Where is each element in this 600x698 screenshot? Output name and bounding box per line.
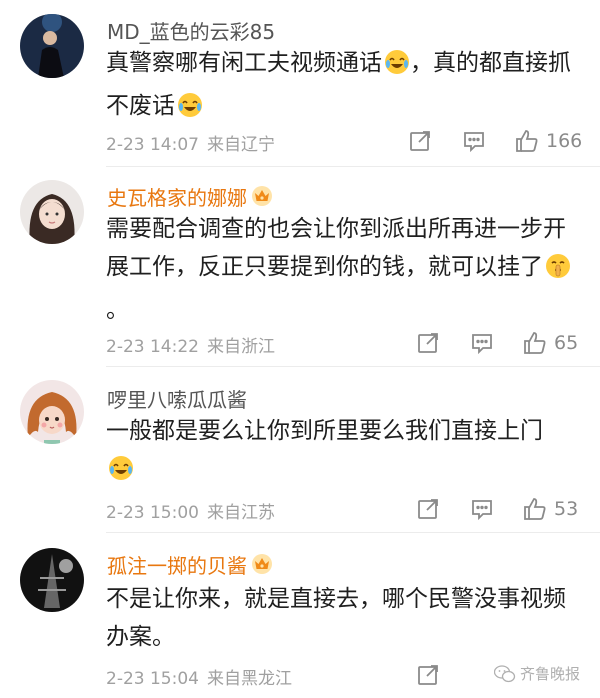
comment-text-part: 一般都是要么让你到所里要么我们直接上门 — [106, 418, 543, 444]
username[interactable]: 史瓦格家的娜娜 — [107, 182, 273, 212]
comment-text-part: 不是让你来，就是直接去，哪个民警没事视频办案。 — [106, 586, 566, 650]
forward-icon[interactable] — [408, 126, 432, 156]
divider — [106, 166, 600, 167]
crown-badge-icon — [251, 553, 273, 580]
like-button[interactable]: 53 — [522, 494, 578, 524]
forward-icon[interactable] — [416, 328, 440, 358]
divider — [106, 532, 600, 533]
like-count: 53 — [554, 498, 579, 520]
laughing-crying-emoji-icon — [384, 49, 410, 87]
comment-actions: 65 — [0, 328, 600, 358]
thumbs-up-icon — [524, 332, 546, 354]
comment-actions: 166 — [0, 126, 600, 156]
shushing-face-emoji-icon — [545, 253, 571, 291]
watermark: 齐鲁晚报 — [493, 663, 580, 684]
like-button[interactable]: 166 — [514, 126, 582, 156]
comment-icon[interactable] — [470, 328, 494, 358]
laughing-crying-emoji-icon — [108, 455, 134, 493]
avatar[interactable] — [20, 380, 84, 444]
laughing-crying-emoji-icon — [177, 92, 203, 130]
divider — [106, 366, 600, 367]
comment-text: 不是让你来，就是直接去，哪个民警没事视频办案。 — [106, 580, 576, 656]
avatar[interactable] — [20, 548, 84, 612]
like-count: 65 — [554, 332, 579, 354]
avatar[interactable] — [20, 180, 84, 244]
crown-badge-icon — [251, 185, 273, 212]
comment-actions: 53 — [0, 494, 600, 524]
comment-icon[interactable] — [462, 126, 486, 156]
thumbs-up-icon — [524, 498, 546, 520]
thumbs-up-icon — [516, 130, 538, 152]
like-button[interactable]: 65 — [522, 328, 578, 358]
forward-icon[interactable] — [416, 494, 440, 524]
username-text[interactable]: 史瓦格家的娜娜 — [107, 186, 247, 210]
comment-text-part: 需要配合调查的也会让你到派出所再进一步开展工作，反正只要提到你的钱，就可以挂了 — [106, 216, 566, 280]
comment-text: 真警察哪有闲工夫视频通话 ，真的都直接抓不废话 — [106, 44, 576, 130]
comment-text-part: 。 — [106, 297, 129, 323]
username-text[interactable]: 啰里八嗦瓜瓜酱 — [107, 388, 247, 412]
comment-text: 需要配合调查的也会让你到派出所再进一步开展工作，反正只要提到你的钱，就可以挂了 … — [106, 210, 576, 329]
username-text[interactable]: 孤注一掷的贝酱 — [107, 554, 247, 578]
username-text[interactable]: MD_蓝色的云彩85 — [107, 20, 275, 44]
wechat-logo-icon — [493, 664, 516, 682]
avatar[interactable] — [20, 14, 84, 78]
forward-icon[interactable] — [416, 660, 440, 690]
comment-icon[interactable] — [470, 494, 494, 524]
username[interactable]: 啰里八嗦瓜瓜酱 — [107, 384, 247, 413]
username[interactable]: 孤注一掷的贝酱 — [107, 550, 273, 580]
comment-text-part: 真警察哪有闲工夫视频通话 — [106, 50, 382, 76]
comment-text: 一般都是要么让你到所里要么我们直接上门 — [106, 412, 576, 493]
like-count: 166 — [546, 130, 583, 152]
username[interactable]: MD_蓝色的云彩85 — [107, 16, 275, 45]
watermark-text: 齐鲁晚报 — [519, 665, 580, 683]
